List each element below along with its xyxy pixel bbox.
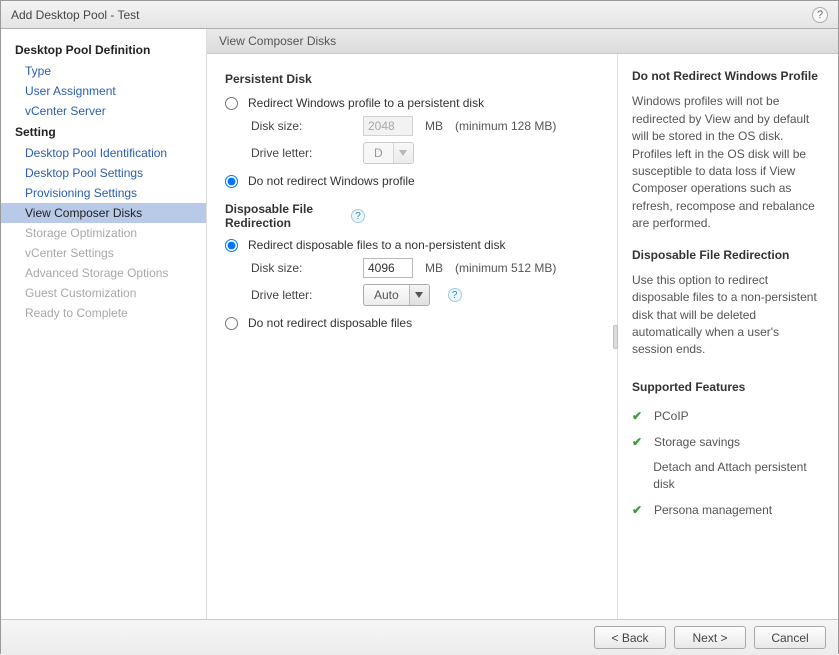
check-icon: ✔ [632, 502, 646, 519]
splitter-handle[interactable] [613, 325, 618, 349]
sidebar-item-storage-optimization: Storage Optimization [1, 223, 206, 243]
radio-persistent-noredirect[interactable] [225, 175, 238, 188]
help-icon[interactable]: ? [448, 288, 462, 302]
next-button[interactable]: Next > [674, 626, 746, 649]
form-area: Persistent Disk Redirect Windows profile… [207, 54, 618, 619]
sidebar-item-provisioning-settings[interactable]: Provisioning Settings [1, 183, 206, 203]
radio-disposable-redirect[interactable] [225, 239, 238, 252]
sidebar-item-vcenter-settings: vCenter Settings [1, 243, 206, 263]
help-icon[interactable]: ? [812, 7, 828, 23]
radio-disposable-redirect-label: Redirect disposable files to a non-persi… [248, 238, 505, 252]
feature-row: ✔ Storage savings [632, 430, 822, 455]
persistent-driveletter-label: Drive letter: [251, 146, 351, 160]
radio-persistent-redirect-label: Redirect Windows profile to a persistent… [248, 96, 484, 110]
info-heading-profile: Do not Redirect Windows Profile [632, 68, 822, 85]
feature-label: Detach and Attach persistent disk [653, 459, 822, 494]
radio-persistent-redirect[interactable] [225, 97, 238, 110]
feature-label: Persona management [654, 502, 772, 519]
sidebar-item-guest-customization: Guest Customization [1, 283, 206, 303]
persistent-disksize-label: Disk size: [251, 119, 351, 133]
sidebar-item-pool-identification[interactable]: Desktop Pool Identification [1, 143, 206, 163]
sidebar-item-user-assignment[interactable]: User Assignment [1, 81, 206, 101]
sidebar-item-vcenter-server[interactable]: vCenter Server [1, 101, 206, 121]
persistent-disksize-unit: MB [425, 119, 443, 133]
wizard-sidebar: Desktop Pool Definition Type User Assign… [1, 29, 207, 619]
panel-body: Persistent Disk Redirect Windows profile… [207, 54, 838, 619]
persistent-heading: Persistent Disk [225, 72, 599, 86]
sidebar-item-view-composer-disks[interactable]: View Composer Disks [1, 203, 206, 223]
main-panel: View Composer Disks Persistent Disk Redi… [207, 29, 838, 619]
sidebar-item-type[interactable]: Type [1, 61, 206, 81]
chevron-down-icon [409, 285, 429, 305]
back-button[interactable]: < Back [594, 626, 666, 649]
radio-disposable-noredirect[interactable] [225, 317, 238, 330]
persistent-disksize-hint: (minimum 128 MB) [455, 119, 556, 133]
check-icon: ✔ [632, 434, 646, 451]
dialog-footer: < Back Next > Cancel [1, 619, 838, 655]
feature-row: ✔ PCoIP [632, 404, 822, 429]
help-icon[interactable]: ? [351, 209, 365, 223]
check-icon: ✔ [632, 408, 646, 425]
sidebar-section-definition: Desktop Pool Definition [1, 39, 206, 61]
persistent-driveletter-value: D [364, 146, 393, 160]
disposable-disksize-label: Disk size: [251, 261, 351, 275]
info-panel: Do not Redirect Windows Profile Windows … [618, 54, 838, 619]
window-title: Add Desktop Pool - Test [11, 8, 140, 22]
chevron-down-icon [393, 143, 413, 163]
feature-row: ✔ Detach and Attach persistent disk [632, 455, 822, 498]
info-heading-disposable: Disposable File Redirection [632, 247, 822, 264]
sidebar-section-setting: Setting [1, 121, 206, 143]
disposable-disksize-unit: MB [425, 261, 443, 275]
disposable-driveletter-label: Drive letter: [251, 288, 351, 302]
feature-label: Storage savings [654, 434, 740, 451]
sidebar-item-advanced-storage: Advanced Storage Options [1, 263, 206, 283]
panel-title: View Composer Disks [207, 29, 838, 54]
info-text-profile: Windows profiles will not be redirected … [632, 93, 822, 232]
titlebar: Add Desktop Pool - Test ? [1, 1, 838, 29]
info-text-disposable: Use this option to redirect disposable f… [632, 272, 822, 359]
disposable-heading: Disposable File Redirection [225, 202, 345, 230]
disposable-disksize-input[interactable] [363, 258, 413, 278]
cancel-button[interactable]: Cancel [754, 626, 826, 649]
disposable-disksize-hint: (minimum 512 MB) [455, 261, 556, 275]
radio-disposable-noredirect-label: Do not redirect disposable files [248, 316, 412, 330]
sidebar-item-pool-settings[interactable]: Desktop Pool Settings [1, 163, 206, 183]
persistent-disksize-input[interactable] [363, 116, 413, 136]
dialog-body: Desktop Pool Definition Type User Assign… [1, 29, 838, 619]
disposable-driveletter-select[interactable]: Auto [363, 284, 430, 306]
persistent-driveletter-select[interactable]: D [363, 142, 414, 164]
sidebar-item-ready-complete: Ready to Complete [1, 303, 206, 323]
feature-label: PCoIP [654, 408, 689, 425]
feature-row: ✔ Persona management [632, 498, 822, 523]
radio-persistent-noredirect-label: Do not redirect Windows profile [248, 174, 415, 188]
disposable-driveletter-value: Auto [364, 288, 409, 302]
info-heading-features: Supported Features [632, 379, 822, 396]
